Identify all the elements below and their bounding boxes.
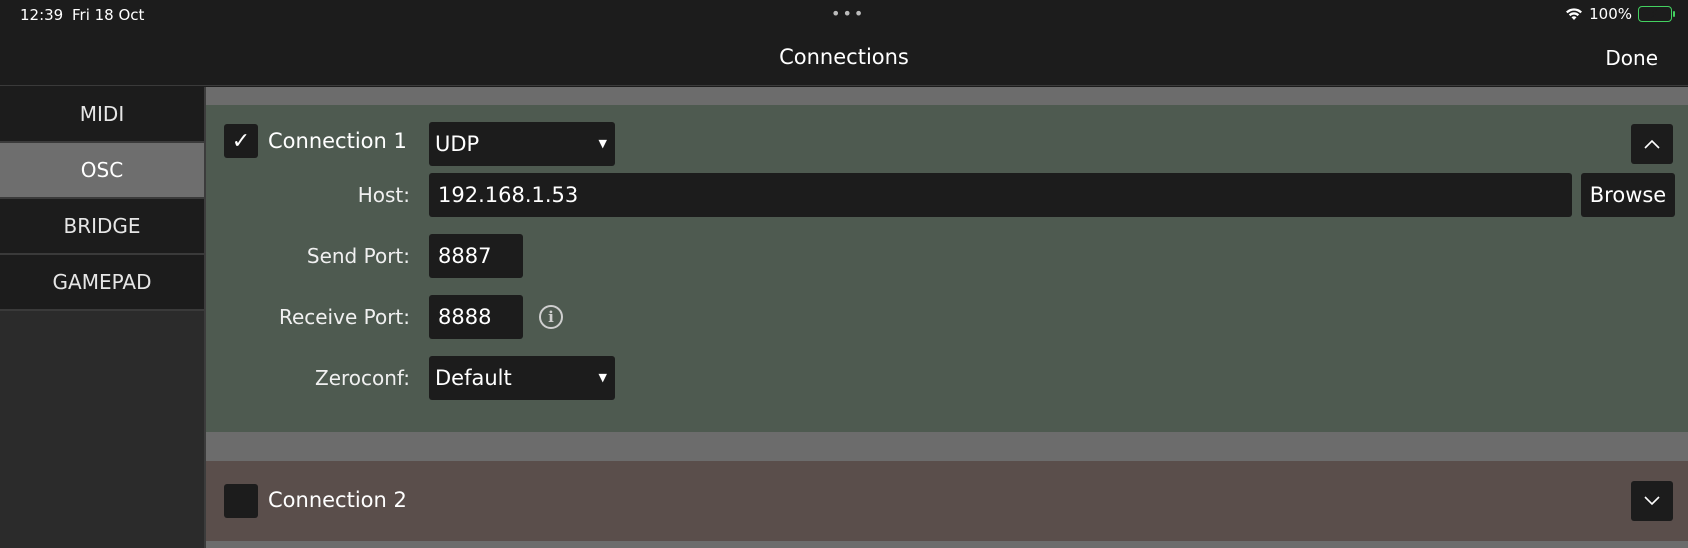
host-input[interactable]: 192.168.1.53: [429, 173, 1572, 217]
dropdown-caret-icon: ▼: [598, 137, 607, 150]
connection-1-label: Connection 1: [268, 129, 407, 153]
connection-2-checkbox[interactable]: [224, 484, 258, 518]
dropdown-caret-icon: ▼: [598, 371, 607, 384]
browse-button[interactable]: Browse: [1581, 173, 1675, 217]
status-time: 12:39: [20, 6, 64, 24]
zeroconf-label: Zeroconf:: [315, 366, 410, 390]
wifi-icon: [1565, 7, 1583, 21]
collapse-button[interactable]: [1631, 124, 1673, 164]
info-icon[interactable]: i: [539, 305, 563, 329]
chevron-up-icon: [1644, 139, 1660, 149]
send-port-label: Send Port:: [306, 244, 410, 268]
done-button[interactable]: Done: [1605, 46, 1658, 70]
connections-list[interactable]: ✓ Connection 1 UDP ▼ Host: 192.168.1.53 …: [206, 87, 1688, 548]
sidebar-item-midi[interactable]: MIDI: [0, 87, 204, 143]
chevron-down-icon: [1644, 496, 1660, 506]
connection-2-panel: Connection 2: [206, 461, 1688, 541]
battery-percent: 100%: [1589, 5, 1632, 23]
sidebar-item-bridge[interactable]: BRIDGE: [0, 199, 204, 255]
sidebar-item-gamepad[interactable]: GAMEPAD: [0, 255, 204, 311]
protocol-value: UDP: [435, 132, 480, 156]
zeroconf-select[interactable]: Default ▼: [429, 356, 615, 400]
status-bar: 12:39 Fri 18 Oct ••• 100% ⚡: [0, 0, 1688, 34]
sidebar: MIDI OSC BRIDGE GAMEPAD: [0, 87, 204, 548]
nav-bar: Connections Done: [0, 34, 1688, 86]
protocol-select[interactable]: UDP ▼: [429, 122, 615, 166]
battery-icon: ⚡: [1638, 6, 1675, 22]
sidebar-item-osc[interactable]: OSC: [0, 143, 204, 199]
host-label: Host:: [357, 183, 410, 207]
status-date: Fri 18 Oct: [72, 6, 145, 24]
connection-1-panel: ✓ Connection 1 UDP ▼ Host: 192.168.1.53 …: [206, 105, 1688, 432]
connection-2-label: Connection 2: [268, 488, 407, 512]
connection-1-checkbox[interactable]: ✓: [224, 124, 258, 158]
multitasking-dots-icon[interactable]: •••: [831, 4, 865, 23]
send-port-input[interactable]: 8887: [429, 234, 523, 278]
receive-port-label: Receive Port:: [278, 305, 410, 329]
zeroconf-value: Default: [435, 366, 512, 390]
expand-button[interactable]: [1631, 481, 1673, 521]
page-title: Connections: [779, 45, 909, 69]
receive-port-input[interactable]: 8888: [429, 295, 523, 339]
